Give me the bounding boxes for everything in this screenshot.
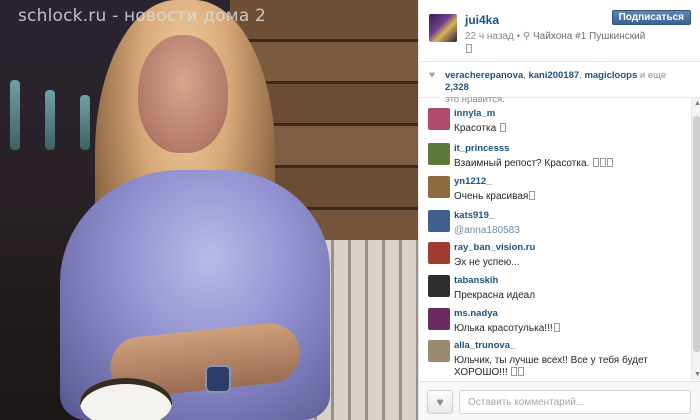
commenter-avatar[interactable] xyxy=(428,308,450,330)
comment-text: Эх не успею... xyxy=(454,257,520,268)
watch xyxy=(205,365,231,393)
comments-scrollbar[interactable]: ▲ ▼ xyxy=(691,98,700,380)
comment-footer: ♥ xyxy=(419,381,700,420)
commenter-avatar[interactable] xyxy=(428,242,450,264)
liker-username[interactable]: veracherepanova xyxy=(445,70,523,81)
comment-text-content: Очень красивая xyxy=(454,191,529,202)
comments-list: innyla_m Красотка it_princesss Взаимный … xyxy=(419,104,691,378)
comment-input[interactable] xyxy=(459,390,691,414)
commenter-avatar[interactable] xyxy=(428,275,450,297)
commenter-username[interactable]: tabanskih xyxy=(454,275,498,286)
comment-text-content: Юльчик, ты лучше всех!! Все у тебя будет xyxy=(454,355,648,366)
liker-username[interactable]: magicloops xyxy=(584,70,637,81)
commenter-avatar[interactable] xyxy=(428,143,450,165)
commenter-username[interactable]: alla_trunova_ xyxy=(454,340,515,351)
comment-item: alla_trunova_ Юльчик, ты лучше всех!! Вс… xyxy=(419,338,689,378)
emoji-glyph xyxy=(466,44,472,53)
emoji-glyph xyxy=(607,158,614,167)
face xyxy=(138,35,228,153)
comment-text: Прекрасна идеал xyxy=(454,290,536,301)
likes-section: ♥ veracherepanova, kani200187, magicloop… xyxy=(419,66,700,105)
emoji-glyph xyxy=(600,158,607,167)
like-button[interactable]: ♥ xyxy=(427,390,453,414)
scroll-up-icon[interactable]: ▲ xyxy=(694,100,700,107)
emoji-glyph xyxy=(553,323,560,332)
commenter-username[interactable]: ms.nadya xyxy=(454,308,498,319)
cup xyxy=(80,378,172,420)
commenter-username[interactable]: yn1212_ xyxy=(454,176,492,187)
scrollbar-thumb[interactable] xyxy=(693,116,700,352)
meta-separator: • xyxy=(513,31,523,42)
owner-username[interactable]: jui4ka xyxy=(465,13,499,27)
post-photo: schlock.ru - новости дома 2 xyxy=(0,0,418,420)
comment-text-content: Взаимный репост? Красотка. xyxy=(454,158,590,169)
comment-item: innyla_m Красотка xyxy=(419,106,689,144)
emoji-glyph xyxy=(499,123,506,132)
hookah xyxy=(80,95,90,150)
likes-text: veracherepanova, kani200187, magicloops … xyxy=(445,70,691,106)
comment-text: Взаимный репост? Красотка. xyxy=(454,158,686,170)
post-header: jui4ka 22 ч назад • ⚲ Чайхона #1 Пушкинс… xyxy=(419,0,700,62)
heart-icon: ♥ xyxy=(429,70,435,81)
comment-item: yn1212_ Очень красивая xyxy=(419,174,689,212)
location-pin-icon: ⚲ xyxy=(522,31,531,42)
commenter-avatar[interactable] xyxy=(428,176,450,198)
comment-text-content: Красотка xyxy=(454,123,497,134)
comment-text-content: ХОРОШО!!! xyxy=(454,367,508,378)
post-sidebar: jui4ka 22 ч назад • ⚲ Чайхона #1 Пушкинс… xyxy=(418,0,700,420)
commenter-avatar[interactable] xyxy=(428,108,450,130)
likes-count[interactable]: 2,328 xyxy=(445,82,469,93)
hookah xyxy=(10,80,20,150)
emoji-glyph xyxy=(518,367,525,376)
post-meta: 22 ч назад • ⚲ Чайхона #1 Пушкинский xyxy=(465,30,655,56)
owner-avatar[interactable] xyxy=(429,14,457,42)
commenter-avatar[interactable] xyxy=(428,340,450,362)
commenter-username[interactable]: it_princesss xyxy=(454,143,509,154)
post-time[interactable]: 22 ч назад xyxy=(465,31,514,42)
likes-and-more: и еще xyxy=(637,70,667,81)
watermark: schlock.ru - новости дома 2 xyxy=(18,6,267,26)
comment-mention-link[interactable]: @anna180583 xyxy=(454,225,686,237)
liker-username[interactable]: kani200187 xyxy=(528,70,579,81)
emoji-glyph xyxy=(593,158,600,167)
comment-text: Юльчик, ты лучше всех!! Все у тебя будет… xyxy=(454,355,686,378)
comment-text: Очень красивая xyxy=(454,191,686,203)
emoji-glyph xyxy=(511,367,518,376)
follow-button[interactable]: Подписаться xyxy=(611,10,691,25)
commenter-username[interactable]: ray_ban_vision.ru xyxy=(454,242,535,253)
heart-icon: ♥ xyxy=(436,395,444,409)
scroll-down-icon[interactable]: ▼ xyxy=(694,371,700,378)
emoji-glyph xyxy=(529,191,536,200)
comment-text: Юлька красотулька!!! xyxy=(454,323,686,335)
commenter-username[interactable]: kats919_ xyxy=(454,210,494,221)
comment-text: Красотка xyxy=(454,123,686,135)
post-location[interactable]: Чайхона #1 Пушкинский xyxy=(533,31,645,42)
hookah xyxy=(45,90,55,150)
commenter-avatar[interactable] xyxy=(428,210,450,232)
comment-text-content: Юлька красотулька!!! xyxy=(454,323,553,334)
commenter-username[interactable]: innyla_m xyxy=(454,108,495,119)
